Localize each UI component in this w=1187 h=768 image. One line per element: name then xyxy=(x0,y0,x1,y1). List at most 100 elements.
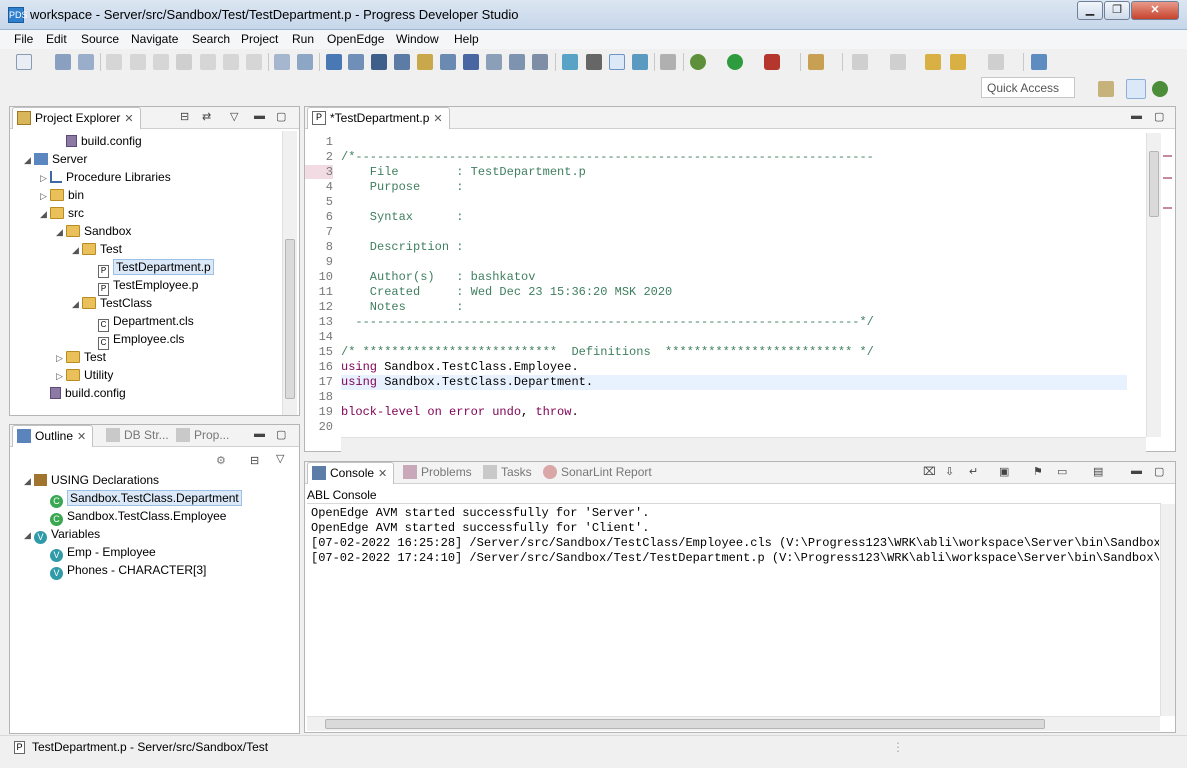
view-menu-icon[interactable]: ▽ xyxy=(276,452,284,465)
tree-item[interactable]: ▷ Utility xyxy=(56,366,113,384)
prev-annotation-icon[interactable] xyxy=(890,54,906,70)
collapse-all-icon[interactable]: ⊟ xyxy=(180,110,189,123)
ampersand-icon[interactable] xyxy=(609,54,625,70)
tree-item[interactable]: build.config xyxy=(56,132,142,150)
run-icon[interactable] xyxy=(727,54,743,70)
expand-toggle-icon[interactable]: ▷ xyxy=(40,169,50,187)
sort-icon[interactable]: ⚙ xyxy=(216,454,226,467)
tree-item[interactable]: build.config xyxy=(40,384,126,402)
save-all-icon[interactable] xyxy=(78,54,94,70)
minimize-button[interactable]: ▁ xyxy=(1077,1,1103,20)
expand-toggle-icon[interactable]: ◢ xyxy=(72,295,82,313)
step-return-icon[interactable] xyxy=(246,54,262,70)
minimize-view-icon[interactable]: ▬ xyxy=(254,110,265,122)
tab-sonarlint[interactable]: SonarLint Report xyxy=(539,462,658,484)
openedge-perspective-icon[interactable] xyxy=(1126,79,1146,99)
save-icon[interactable] xyxy=(55,54,71,70)
code-line[interactable]: Author(s) : bashkatov xyxy=(341,270,536,284)
code-line[interactable]: Notes : xyxy=(341,300,464,314)
close-icon[interactable]: ✕ xyxy=(378,468,387,480)
inspect-icon[interactable] xyxy=(348,54,364,70)
code-line[interactable]: File : TestDepartment.p xyxy=(341,165,586,179)
tab-project-explorer[interactable]: Project Explorer ✕ xyxy=(12,107,141,129)
menu-navigate[interactable]: Navigate xyxy=(131,32,178,46)
window-icon[interactable] xyxy=(371,54,387,70)
code-line[interactable]: block-level on error undo, throw. xyxy=(341,405,579,419)
expand-toggle-icon[interactable]: ◢ xyxy=(24,151,34,169)
minimize-view-icon[interactable]: ▬ xyxy=(254,428,265,440)
format-icon[interactable] xyxy=(274,54,290,70)
disconnect-icon[interactable] xyxy=(176,54,192,70)
pin-console-icon[interactable]: ⚑ xyxy=(1033,465,1043,478)
code-line[interactable]: /*--------------------------------------… xyxy=(341,150,874,164)
collapse-all-icon[interactable]: ⊟ xyxy=(250,454,259,467)
tree-item[interactable]: ▷ bin xyxy=(40,186,84,204)
quick-access-input[interactable]: Quick Access xyxy=(981,77,1075,98)
new-console-icon[interactable]: ▭ xyxy=(1057,465,1067,478)
link-editor-icon[interactable]: ⇄ xyxy=(202,110,211,123)
code-line[interactable]: Created : Wed Dec 23 15:36:20 MSK 2020 xyxy=(341,285,672,299)
layout-icon[interactable] xyxy=(394,54,410,70)
forward-icon[interactable] xyxy=(988,54,1004,70)
tree-item[interactable]: P TestDepartment.p xyxy=(88,258,214,278)
console-hscrollbar[interactable] xyxy=(307,716,1160,731)
close-icon[interactable]: ✕ xyxy=(433,113,442,125)
close-icon[interactable]: ✕ xyxy=(77,431,86,443)
expand-toggle-icon[interactable]: ◢ xyxy=(24,472,34,490)
tab-problems[interactable]: Problems xyxy=(399,462,478,484)
brush-icon[interactable] xyxy=(586,54,602,70)
tree-item[interactable]: ▷ Procedure Libraries xyxy=(40,168,171,186)
expand-toggle-icon[interactable]: ◢ xyxy=(72,241,82,259)
tree-item[interactable]: ◢ V Variables xyxy=(24,525,100,544)
scroll-thumb[interactable] xyxy=(325,719,1045,729)
menu-window[interactable]: Window xyxy=(396,32,439,46)
console-vscrollbar[interactable] xyxy=(1160,504,1175,716)
code-line[interactable]: Description : xyxy=(341,240,464,254)
search-icon[interactable] xyxy=(440,54,456,70)
maximize-view-icon[interactable]: ▢ xyxy=(276,110,286,123)
tree-item[interactable]: V Phones - CHARACTER[3] xyxy=(40,561,206,580)
expand-toggle-icon[interactable]: ◢ xyxy=(56,223,66,241)
tree-item[interactable]: ◢ Server xyxy=(24,150,87,168)
tree-item[interactable]: C Department.cls xyxy=(88,312,194,332)
symbol-icon[interactable] xyxy=(463,54,479,70)
tab-outline[interactable]: Outline ✕ xyxy=(12,425,94,447)
suspend-icon[interactable] xyxy=(130,54,146,70)
external-tools-icon[interactable] xyxy=(764,54,780,70)
clear-console-icon[interactable]: ⌧ xyxy=(923,465,936,478)
tree-item[interactable]: V Emp - Employee xyxy=(40,543,156,562)
tree-item[interactable]: C Employee.cls xyxy=(88,330,184,350)
menu-openedge[interactable]: OpenEdge xyxy=(327,32,384,46)
open-perspective-icon[interactable] xyxy=(1031,54,1047,70)
code-line[interactable]: ----------------------------------------… xyxy=(341,315,874,329)
terminate-icon[interactable] xyxy=(153,54,169,70)
maximize-button[interactable]: ❐ xyxy=(1104,1,1130,20)
tree-item[interactable]: ◢ src xyxy=(40,204,84,222)
editor-vscrollbar[interactable] xyxy=(1146,133,1161,437)
sync-icon[interactable] xyxy=(532,54,548,70)
menu-source[interactable]: Source xyxy=(81,32,119,46)
maximize-view-icon[interactable]: ▢ xyxy=(1154,110,1164,123)
scroll-thumb[interactable] xyxy=(1149,151,1159,217)
run-disabled-icon[interactable] xyxy=(106,54,122,70)
globe-icon[interactable] xyxy=(509,54,525,70)
new-icon[interactable] xyxy=(16,54,32,70)
open-console-icon[interactable]: ▤ xyxy=(1093,465,1103,478)
expand-toggle-icon[interactable]: ▷ xyxy=(56,349,66,367)
code-line[interactable]: Purpose : xyxy=(341,180,464,194)
next-annotation-icon[interactable] xyxy=(852,54,868,70)
display-console-icon[interactable]: ▣ xyxy=(999,465,1009,478)
maximize-view-icon[interactable]: ▢ xyxy=(1154,465,1164,478)
code-line[interactable]: /* *************************** Definitio… xyxy=(341,345,874,359)
tab-db-structure[interactable]: DB Str... xyxy=(102,425,175,447)
report-icon[interactable] xyxy=(417,54,433,70)
menu-run[interactable]: Run xyxy=(292,32,314,46)
tree-item[interactable]: C Sandbox.TestClass.Department xyxy=(40,489,242,508)
step-over-icon[interactable] xyxy=(223,54,239,70)
debug-perspective-icon[interactable] xyxy=(1152,81,1168,97)
tree-item[interactable]: ◢ USING Declarations xyxy=(24,471,159,489)
tree-item[interactable]: ◢ Sandbox xyxy=(56,222,131,240)
database-icon[interactable] xyxy=(562,54,578,70)
code-line[interactable]: using Sandbox.TestClass.Employee. xyxy=(341,360,579,374)
back-icon[interactable] xyxy=(950,54,966,70)
